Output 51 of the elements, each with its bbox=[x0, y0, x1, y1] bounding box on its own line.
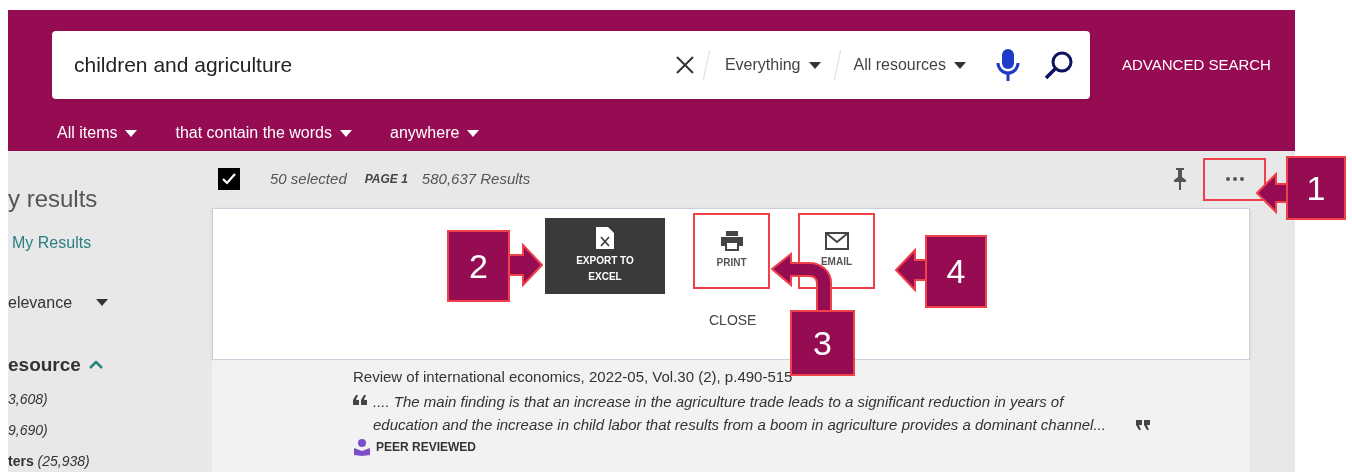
more-icon bbox=[1225, 177, 1244, 181]
chevron-icon[interactable] bbox=[88, 360, 103, 370]
action-button[interactable]: PRINT bbox=[693, 212, 770, 289]
resource-dropdown[interactable]: All resources bbox=[847, 53, 972, 77]
callout-arrow bbox=[895, 248, 927, 292]
callout-badge: 4 bbox=[925, 235, 987, 308]
filter-dropdown[interactable]: anywhere bbox=[390, 121, 480, 145]
clear-icon[interactable] bbox=[675, 56, 694, 74]
select-all-checkbox[interactable] bbox=[218, 168, 240, 190]
search-field[interactable]: children and agriculture Everything All resources bbox=[52, 31, 1090, 99]
quote-icon bbox=[1136, 420, 1150, 430]
caret-icon bbox=[96, 299, 108, 306]
callout-badge: 3 bbox=[790, 310, 855, 376]
pin-icon[interactable] bbox=[1173, 168, 1187, 190]
caret-icon bbox=[340, 129, 352, 137]
my-results-link[interactable]: My Results bbox=[12, 230, 210, 255]
callout-badge: 1 bbox=[1286, 156, 1346, 220]
callout-arrow bbox=[509, 243, 543, 287]
check-icon bbox=[222, 173, 236, 185]
results-count: 580,637 Results bbox=[421, 168, 531, 189]
peer-reviewed-icon bbox=[353, 438, 371, 456]
facet-heading: esource bbox=[8, 352, 81, 377]
envelope-icon bbox=[824, 231, 849, 250]
facet-item[interactable]: ters (25,938) bbox=[8, 451, 210, 472]
close-button[interactable]: CLOSE bbox=[709, 309, 757, 331]
caret-icon bbox=[467, 129, 480, 137]
microphone-icon[interactable] bbox=[996, 49, 1020, 81]
result-snippet: .... The main finding is that an increase in the agriculture trade leads to a significant reduction in years of education and the increase in child labor that results from a boom in agriculture provides a dominant channel... bbox=[373, 392, 1107, 435]
sort-dropdown[interactable]: elevance bbox=[8, 290, 108, 315]
action-button[interactable]: EMAIL bbox=[798, 212, 875, 289]
caret-icon bbox=[125, 129, 138, 137]
caret-icon bbox=[954, 61, 966, 69]
printer-icon bbox=[720, 230, 743, 251]
scope-dropdown[interactable]: Everything bbox=[718, 53, 827, 77]
advanced-search-link[interactable]: ADVANCED SEARCH bbox=[1122, 53, 1271, 77]
caret-icon bbox=[808, 61, 821, 69]
selected-count: 50 selected bbox=[270, 168, 347, 189]
search-query: children and agriculture bbox=[74, 52, 294, 79]
callout-arrow bbox=[1256, 172, 1289, 214]
peer-reviewed-label: PEER REVIEWED bbox=[376, 439, 477, 456]
facet-item[interactable]: 9,690) bbox=[8, 420, 210, 441]
filter-dropdown[interactable]: that contain the words bbox=[175, 121, 352, 145]
action-button[interactable]: EXPORT TO EXCEL bbox=[545, 217, 665, 294]
sidebar-heading: y results bbox=[8, 183, 99, 214]
filter-dropdown[interactable]: All items bbox=[57, 121, 138, 145]
document-icon bbox=[596, 226, 614, 249]
page-label: PAGE 1 bbox=[364, 171, 408, 188]
quote-icon bbox=[353, 395, 367, 405]
facet-item[interactable]: 3,608) bbox=[8, 389, 210, 410]
callout-badge: 2 bbox=[447, 230, 510, 302]
search-icon[interactable] bbox=[1044, 50, 1074, 80]
